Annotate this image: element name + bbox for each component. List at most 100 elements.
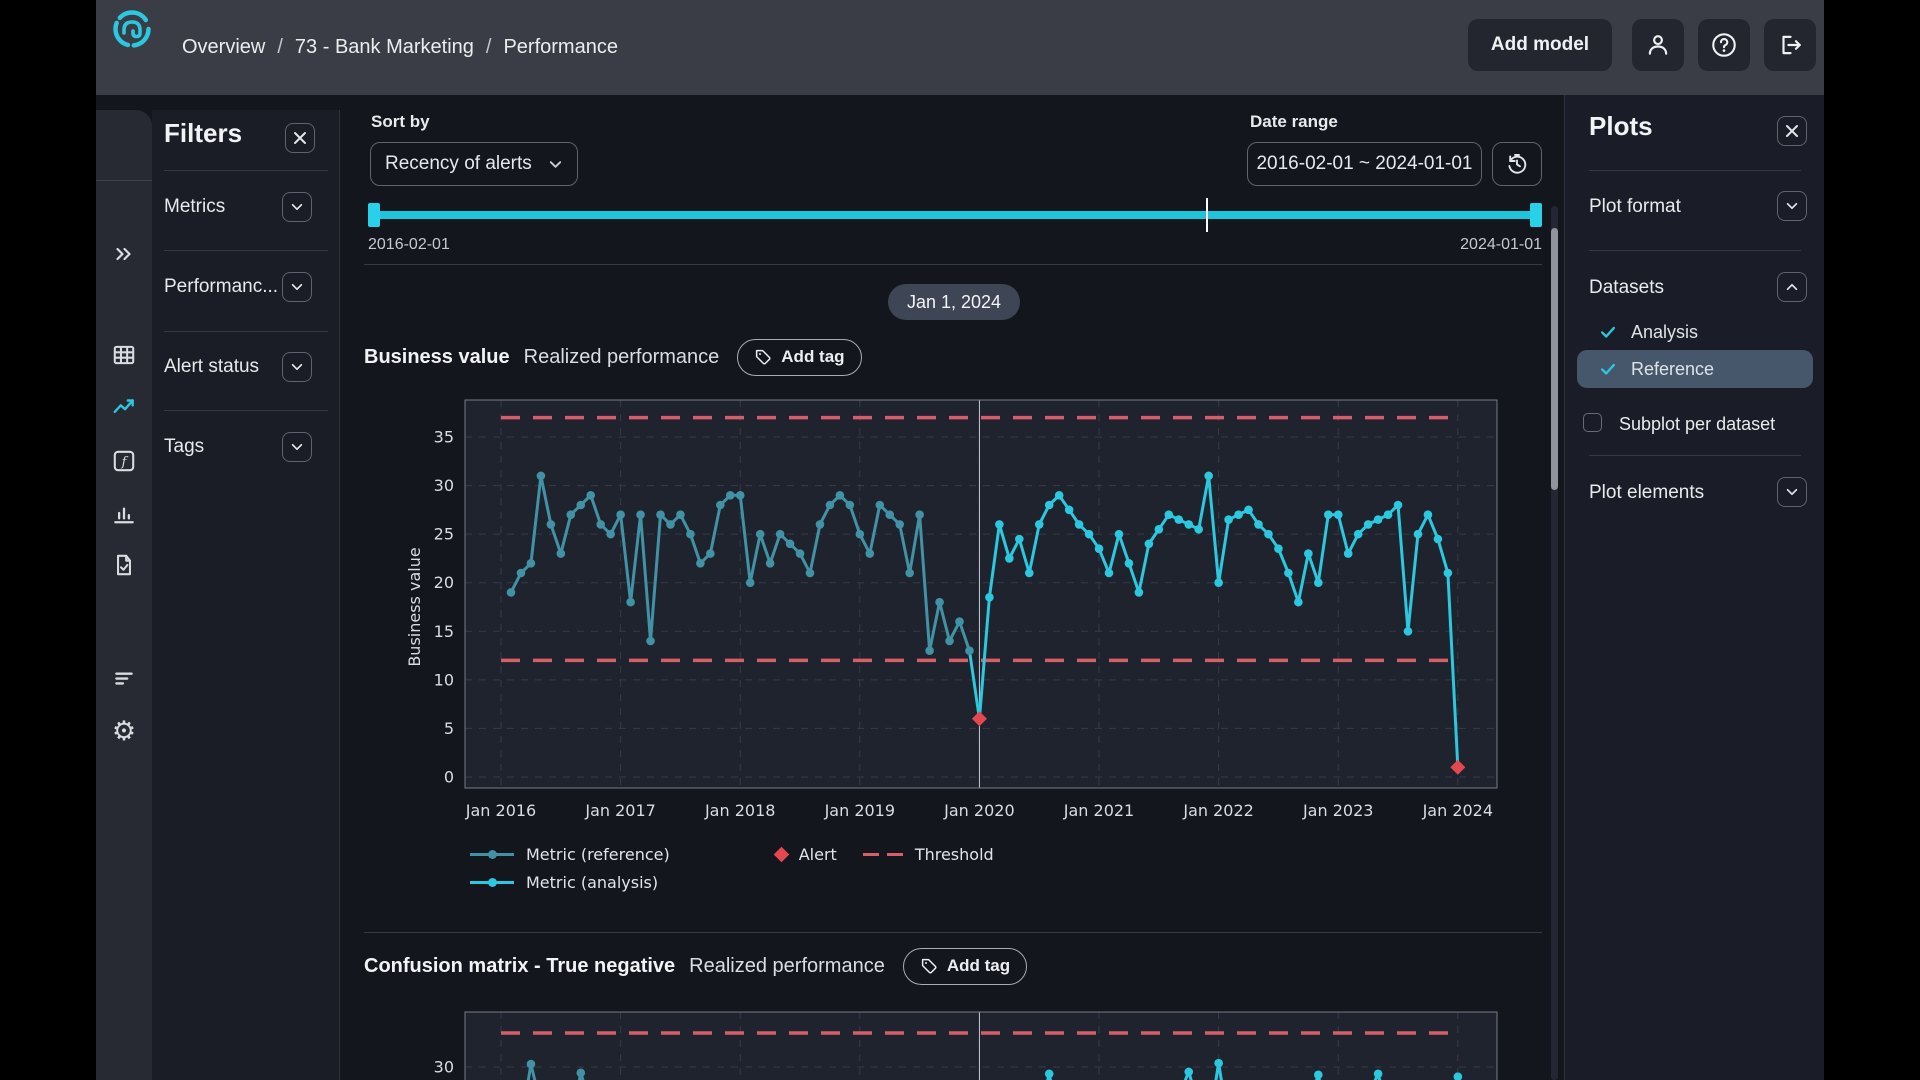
svg-text:20: 20 — [434, 573, 454, 592]
bar-chart-icon — [111, 500, 137, 526]
threshold-dash-swatch — [863, 853, 903, 856]
tag-icon — [920, 957, 938, 975]
main-scrollbar-thumb[interactable] — [1551, 228, 1558, 490]
chevron-down-icon — [290, 280, 304, 294]
rail-item-distributions[interactable] — [106, 495, 142, 531]
filters-divider — [164, 331, 328, 332]
breadcrumb-separator: / — [277, 36, 283, 59]
svg-text:0: 0 — [444, 768, 454, 787]
help-icon — [1710, 31, 1738, 59]
svg-text:Jan 2022: Jan 2022 — [1182, 801, 1253, 820]
svg-text:Jan 2018: Jan 2018 — [704, 801, 775, 820]
expand-sidebar-button[interactable] — [106, 236, 142, 272]
legend-alert[interactable]: Alert — [776, 845, 837, 864]
sort-by-select[interactable]: Recency of alerts — [370, 142, 578, 186]
confusion-matrix-true-negative-chart[interactable]: 30 — [396, 1010, 1542, 1080]
dataset-label: Analysis — [1631, 322, 1698, 343]
chart1-subtitle: Realized performance — [524, 346, 720, 369]
datasets-collapse-button[interactable] — [1777, 272, 1807, 302]
help-button[interactable] — [1698, 19, 1750, 71]
plots-divider — [1589, 250, 1801, 251]
dataset-item-analysis[interactable]: Analysis — [1577, 313, 1813, 351]
date-marker-chip: Jan 1, 2024 — [888, 284, 1020, 320]
left-icon-rail: f ⚙ — [96, 110, 152, 1080]
slider-handle-start[interactable] — [368, 203, 380, 227]
date-range-input[interactable] — [1247, 142, 1482, 186]
filters-divider — [164, 410, 328, 411]
slider-handle-end[interactable] — [1530, 203, 1542, 227]
svg-text:25: 25 — [434, 525, 454, 544]
plots-close-button[interactable] — [1777, 116, 1807, 146]
close-icon — [1785, 124, 1799, 138]
datasets-label: Datasets — [1589, 277, 1664, 299]
nannyml-logo-icon[interactable] — [112, 9, 152, 49]
tags-expand-button[interactable] — [282, 432, 312, 462]
sort-by-label: Sort by — [371, 112, 430, 132]
plot-format-expand-button[interactable] — [1777, 191, 1807, 221]
filter-section-performance: Performanc... — [164, 276, 278, 298]
gear-icon: ⚙ — [112, 718, 136, 745]
logout-button[interactable] — [1764, 19, 1816, 71]
user-icon — [1645, 32, 1671, 58]
metrics-expand-button[interactable] — [282, 192, 312, 222]
date-range-slider[interactable] — [368, 211, 1542, 219]
table-icon — [111, 342, 137, 368]
plot-elements-expand-button[interactable] — [1777, 477, 1807, 507]
chart1-add-tag-button[interactable]: Add tag — [737, 339, 861, 376]
chart2-title: Confusion matrix - True negative — [364, 955, 675, 978]
alert-status-expand-button[interactable] — [282, 352, 312, 382]
dataset-label: Reference — [1631, 359, 1714, 380]
app-root: Overview / 73 - Bank Marketing / Perform… — [96, 0, 1824, 1080]
plots-divider — [1589, 170, 1801, 171]
main-content: Sort by Recency of alerts Date range 201… — [340, 0, 1564, 1080]
subplot-per-dataset-checkbox[interactable] — [1583, 413, 1602, 432]
filters-title: Filters — [164, 118, 242, 149]
svg-text:Jan 2021: Jan 2021 — [1063, 801, 1134, 820]
section-divider — [364, 932, 1542, 933]
chevron-down-icon — [1785, 199, 1799, 213]
check-icon — [1599, 323, 1617, 341]
chart2-add-tag-button[interactable]: Add tag — [903, 948, 1027, 985]
breadcrumb-overview[interactable]: Overview — [182, 36, 265, 59]
chevron-down-icon — [1785, 485, 1799, 499]
legend-threshold[interactable]: Threshold — [863, 845, 994, 864]
svg-text:Jan 2016: Jan 2016 — [465, 801, 536, 820]
history-clock-icon — [1505, 152, 1529, 176]
close-icon — [293, 131, 307, 145]
filters-divider — [164, 250, 328, 251]
chart2-header: Confusion matrix - True negative Realize… — [364, 947, 1027, 985]
svg-text:Jan 2024: Jan 2024 — [1422, 801, 1493, 820]
dataset-item-reference[interactable]: Reference — [1577, 350, 1813, 388]
logout-icon — [1777, 32, 1803, 58]
performance-expand-button[interactable] — [282, 272, 312, 302]
rail-item-performance-active[interactable] — [106, 389, 142, 425]
user-account-button[interactable] — [1632, 19, 1684, 71]
rail-item-reports[interactable] — [106, 547, 142, 583]
function-square-icon: f — [111, 448, 137, 474]
business-value-chart[interactable]: 05101520253035Jan 2016Jan 2017Jan 2018Ja… — [396, 392, 1542, 832]
rail-item-filter-lines[interactable] — [106, 660, 142, 696]
slider-boundary-marker[interactable] — [1206, 198, 1208, 232]
filters-close-button[interactable] — [285, 123, 315, 153]
slider-end-date: 2024-01-01 — [1448, 236, 1542, 254]
subplot-per-dataset-label: Subplot per dataset — [1619, 414, 1775, 435]
chevron-down-icon — [290, 200, 304, 214]
chevron-up-icon — [1785, 280, 1799, 294]
legend-metric-analysis[interactable]: Metric (analysis) — [470, 873, 658, 892]
chart1-header: Business value Realized performance Add … — [364, 338, 862, 376]
filter-section-metrics: Metrics — [164, 196, 225, 218]
check-icon — [1599, 360, 1617, 378]
tag-icon — [754, 348, 772, 366]
svg-text:30: 30 — [434, 476, 454, 495]
rail-item-data[interactable] — [106, 337, 142, 373]
rail-item-settings[interactable]: ⚙ — [106, 713, 142, 749]
rail-divider — [96, 180, 152, 181]
rail-item-functions[interactable]: f — [106, 443, 142, 479]
reference-line-swatch — [470, 853, 514, 856]
date-range-history-button[interactable] — [1492, 142, 1542, 186]
main-scrollbar-track[interactable] — [1551, 206, 1558, 1080]
chart1-title: Business value — [364, 346, 510, 369]
legend-metric-reference[interactable]: Metric (reference) — [470, 845, 670, 864]
chevron-down-icon — [548, 157, 563, 172]
svg-text:Jan 2017: Jan 2017 — [584, 801, 655, 820]
